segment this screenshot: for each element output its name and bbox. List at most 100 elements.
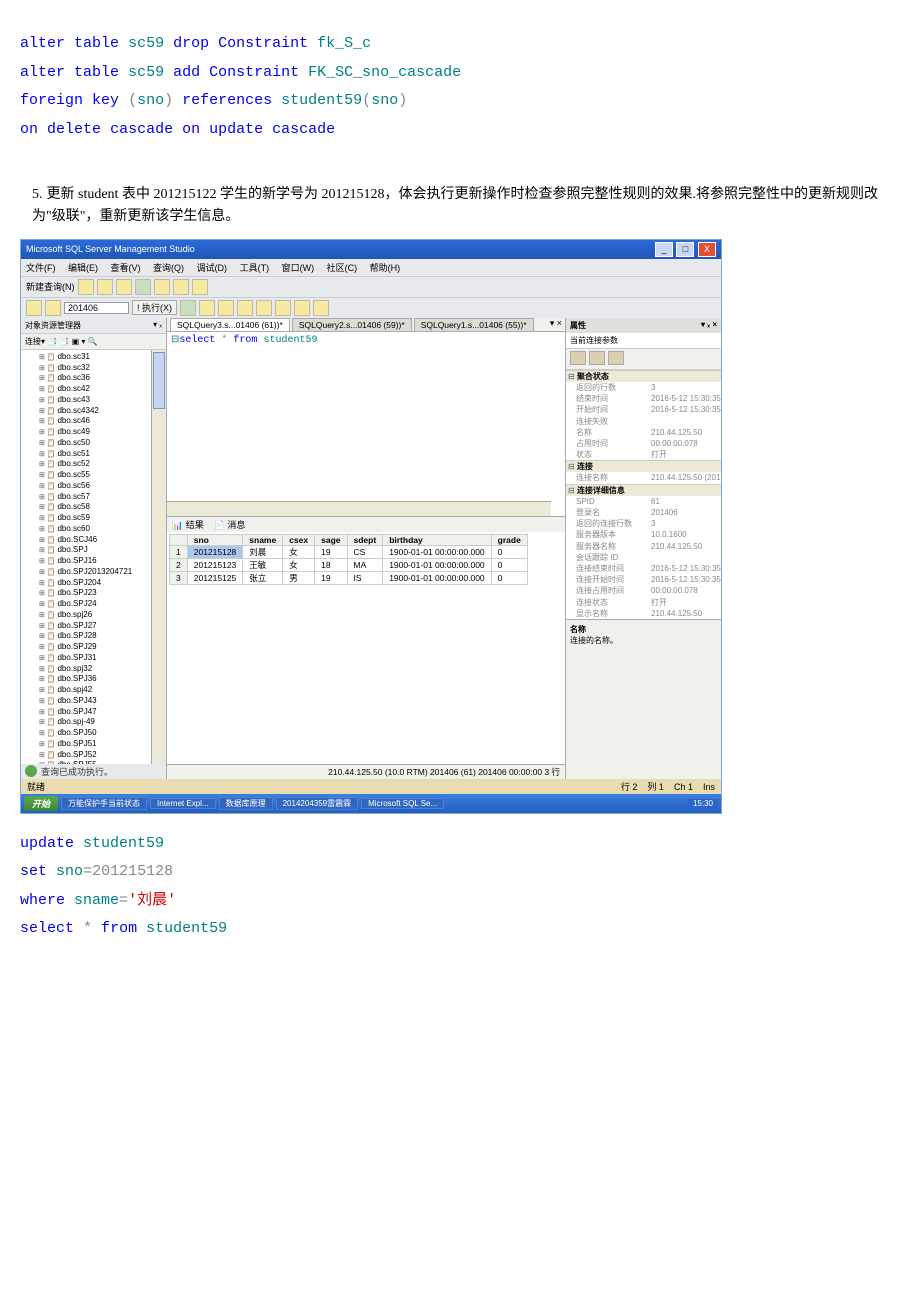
tree-node[interactable]: dbo.sc42: [39, 384, 166, 395]
editor-tab[interactable]: SQLQuery2.s...01406 (59))*: [292, 318, 412, 331]
tree-node[interactable]: dbo.sc36: [39, 373, 166, 384]
tree-node[interactable]: dbo.sc57: [39, 492, 166, 503]
menu-view[interactable]: 查看(V): [111, 263, 141, 273]
debug-icon[interactable]: [180, 300, 196, 316]
property-row[interactable]: SPID61: [566, 496, 721, 507]
col-csex[interactable]: csex: [283, 534, 315, 545]
tree-node[interactable]: dbo.SPJ28: [39, 631, 166, 642]
taskbar-item[interactable]: Internet Expl...: [150, 798, 216, 809]
property-section[interactable]: 连接: [566, 460, 721, 472]
tree-node[interactable]: dbo.SCJ46: [39, 535, 166, 546]
taskbar-item[interactable]: 2014204359雷震霖: [276, 797, 359, 810]
tree-scrollbar[interactable]: [151, 350, 166, 764]
tab-close-icon[interactable]: ▾ ×: [550, 318, 562, 331]
tree-node[interactable]: dbo.sc60: [39, 524, 166, 535]
property-row[interactable]: 开始时间2016-5-12 15:30:35: [566, 404, 721, 415]
property-row[interactable]: 连接状态打开: [566, 597, 721, 608]
col-grade[interactable]: grade: [491, 534, 527, 545]
tree-node[interactable]: dbo.sc49: [39, 427, 166, 438]
tree-node[interactable]: dbo.SPJ55: [39, 760, 166, 764]
menu-community[interactable]: 社区(C): [327, 263, 358, 273]
tree-node[interactable]: dbo.SPJ50: [39, 728, 166, 739]
property-row[interactable]: 名称210.44.125.50: [566, 427, 721, 438]
toolbar-icon[interactable]: [192, 279, 208, 295]
tree-node[interactable]: dbo.sc56: [39, 481, 166, 492]
col-birthday[interactable]: birthday: [383, 534, 491, 545]
property-row[interactable]: 显示名称210.44.125.50: [566, 608, 721, 619]
tree-node[interactable]: dbo.SPJ31: [39, 653, 166, 664]
toolbar-icon[interactable]: [97, 279, 113, 295]
property-section[interactable]: 聚合状态: [566, 370, 721, 382]
menu-debug[interactable]: 调试(D): [197, 263, 228, 273]
tree-node[interactable]: dbo.sc31: [39, 352, 166, 363]
tree-node[interactable]: dbo.spj42: [39, 685, 166, 696]
property-row[interactable]: 占用时间00:00:00.078: [566, 438, 721, 449]
menu-help[interactable]: 帮助(H): [370, 263, 401, 273]
results-grid[interactable]: sno sname csex sage sdept birthday grade…: [167, 532, 565, 764]
tree-node[interactable]: dbo.spj32: [39, 664, 166, 675]
minimize-button[interactable]: _: [655, 242, 673, 257]
alphabetical-icon[interactable]: [589, 351, 605, 365]
tree-node[interactable]: dbo.sc43: [39, 395, 166, 406]
editor-tab[interactable]: SQLQuery3.s...01406 (61))*: [170, 318, 290, 331]
panel-pin-icon[interactable]: ▾ ₓ: [153, 320, 162, 331]
tree-node[interactable]: dbo.SPJ29: [39, 642, 166, 653]
property-row[interactable]: 服务器名称210.44.125.50: [566, 541, 721, 552]
tree-node[interactable]: dbo.spj-49: [39, 717, 166, 728]
new-query-button[interactable]: 新建查询(N): [26, 280, 75, 293]
tree-node[interactable]: dbo.SPJ51: [39, 739, 166, 750]
taskbar-item[interactable]: 万能保护手当前状态: [61, 797, 147, 810]
tree-node[interactable]: dbo.sc55: [39, 470, 166, 481]
object-tree[interactable]: dbo.sc31dbo.sc32dbo.sc36dbo.sc42dbo.sc43…: [21, 350, 166, 764]
tree-node[interactable]: dbo.sc46: [39, 416, 166, 427]
tree-node[interactable]: dbo.SPJ: [39, 545, 166, 556]
panel-pin-icon[interactable]: ▾ ₓ ×: [701, 320, 717, 331]
tree-node[interactable]: dbo.SPJ47: [39, 707, 166, 718]
property-row[interactable]: 连接名称210.44.125.50 (201: [566, 472, 721, 483]
property-row[interactable]: 连接占用时间00:00:00.078: [566, 585, 721, 596]
toolbar-icon[interactable]: [275, 300, 291, 316]
col-sdept[interactable]: sdept: [347, 534, 383, 545]
property-row[interactable]: 连接结束时间2016-5-12 15:30:35: [566, 563, 721, 574]
tree-node[interactable]: dbo.sc59: [39, 513, 166, 524]
toolbar-icon[interactable]: [45, 300, 61, 316]
property-row[interactable]: 状态打开: [566, 449, 721, 460]
categorized-icon[interactable]: [570, 351, 586, 365]
toolbar-icon[interactable]: [237, 300, 253, 316]
maximize-button[interactable]: □: [676, 242, 694, 257]
property-section[interactable]: 连接详细信息: [566, 484, 721, 496]
taskbar-item[interactable]: 数据库原理: [219, 797, 273, 810]
tree-node[interactable]: dbo.SPJ24: [39, 599, 166, 610]
tree-node[interactable]: dbo.sc51: [39, 449, 166, 460]
save-all-icon[interactable]: [173, 279, 189, 295]
database-select[interactable]: 201406: [64, 302, 129, 314]
toolbar-icon[interactable]: [26, 300, 42, 316]
property-row[interactable]: 连接开始时间2016-5-12 15:30:35: [566, 574, 721, 585]
toolbar-icon[interactable]: [78, 279, 94, 295]
open-icon[interactable]: [135, 279, 151, 295]
properties-icon[interactable]: [608, 351, 624, 365]
menu-query[interactable]: 查询(Q): [153, 263, 184, 273]
toolbar-icon[interactable]: [256, 300, 272, 316]
tree-node[interactable]: dbo.sc4342: [39, 406, 166, 417]
execute-button[interactable]: ! 执行(X): [132, 300, 177, 315]
properties-subtitle[interactable]: 当前连接参数: [566, 333, 721, 348]
window-titlebar[interactable]: Microsoft SQL Server Management Studio _…: [21, 240, 721, 259]
property-row[interactable]: 会话跟踪 ID: [566, 552, 721, 563]
property-row[interactable]: 结束时间2016-5-12 15:30:35: [566, 393, 721, 404]
editor-tab[interactable]: SQLQuery1.s...01406 (55))*: [414, 318, 534, 331]
results-tab[interactable]: 📊 结果: [172, 518, 204, 531]
system-tray[interactable]: 15:30: [688, 799, 718, 808]
toolbar-icon[interactable]: [218, 300, 234, 316]
menu-file[interactable]: 文件(F): [26, 263, 56, 273]
tree-node[interactable]: dbo.sc52: [39, 459, 166, 470]
menu-window[interactable]: 窗口(W): [282, 263, 315, 273]
start-button[interactable]: 开始: [24, 796, 58, 811]
object-explorer-toolbar[interactable]: 连接▾ 📑 📑 ▣ ▾ 🔍: [21, 334, 166, 350]
messages-tab[interactable]: 📄 消息: [214, 518, 246, 531]
tree-node[interactable]: dbo.sc32: [39, 363, 166, 374]
sql-editor[interactable]: ⊟select * from student59: [167, 332, 565, 517]
toolbar-icon[interactable]: [313, 300, 329, 316]
tree-node[interactable]: dbo.SPJ23: [39, 588, 166, 599]
col-sname[interactable]: sname: [243, 534, 283, 545]
